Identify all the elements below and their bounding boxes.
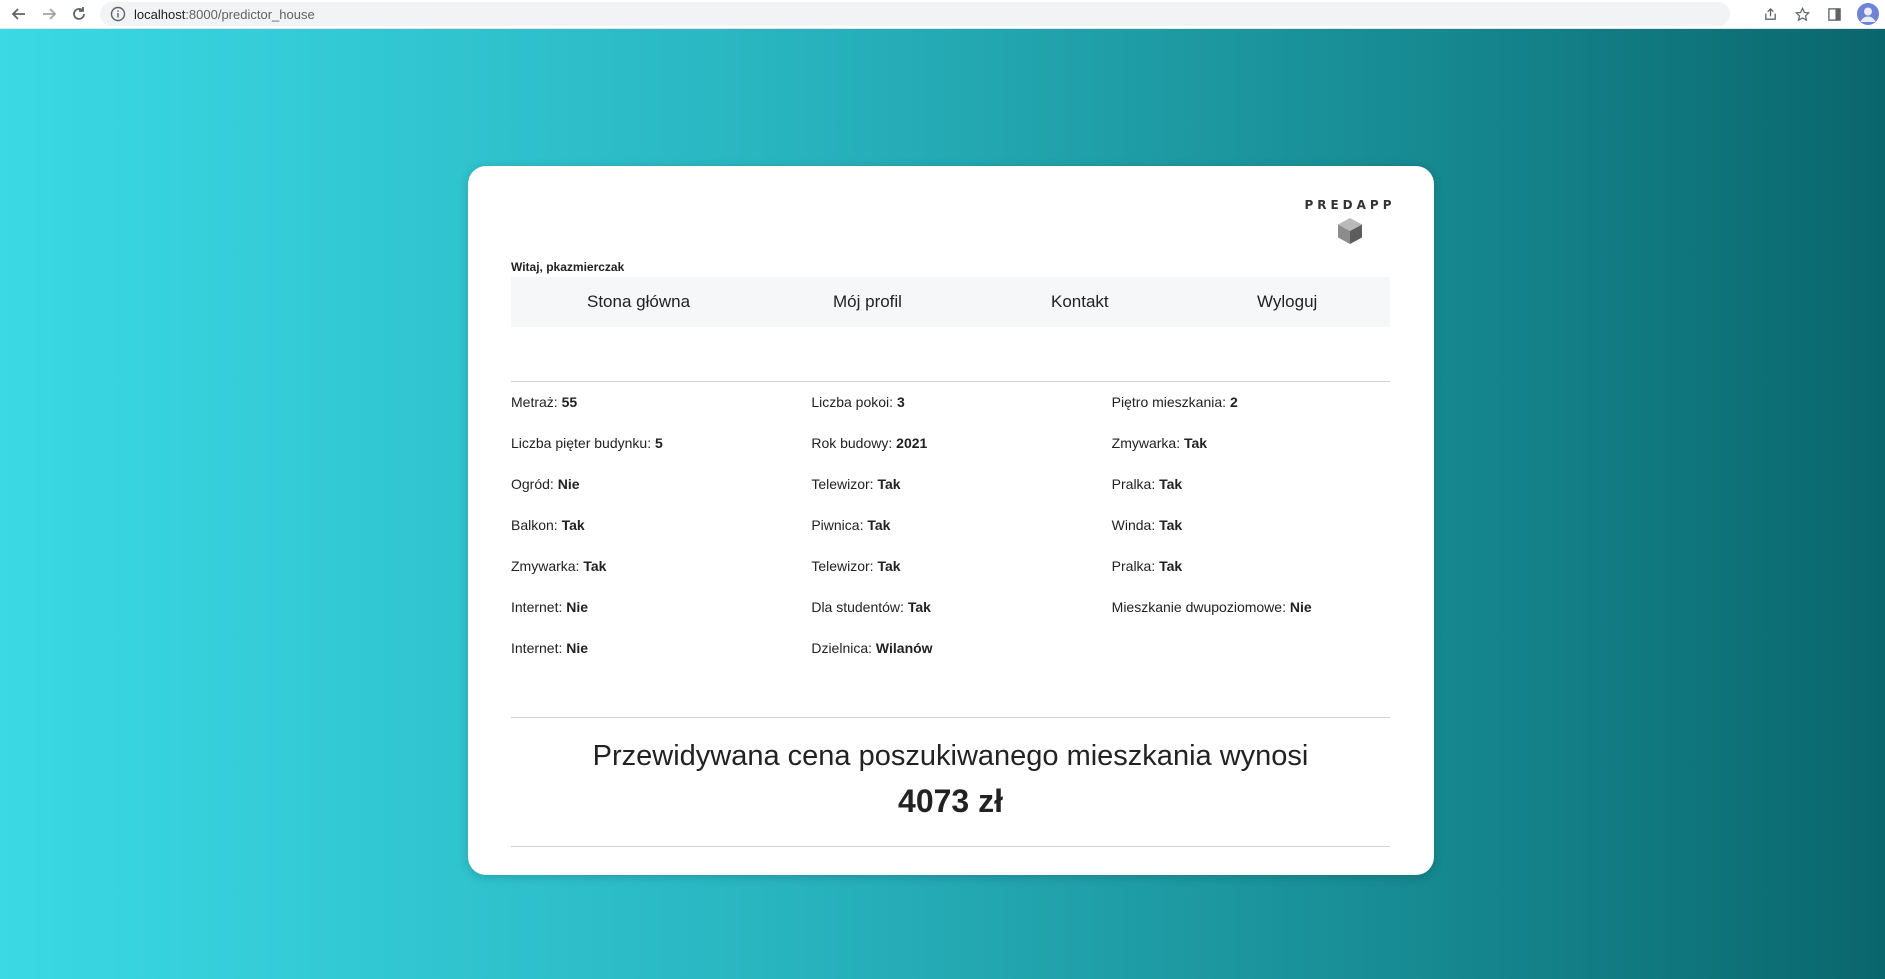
back-arrow-icon[interactable]	[8, 3, 30, 25]
greeting-text: Witaj, pkazmierczak	[511, 260, 625, 274]
feature-value: 5	[654, 435, 663, 451]
cube-logo-icon	[1338, 218, 1362, 244]
feature-cell: Piętro mieszkania: 2	[1112, 394, 1411, 435]
feature-label: Mieszkanie dwupoziomowe:	[1111, 599, 1286, 615]
divider-middle	[511, 717, 1390, 718]
main-navbar: Stona główna Mój profil Kontakt Wyloguj	[511, 277, 1390, 327]
reload-icon[interactable]	[68, 3, 90, 25]
feature-cell: Liczba pięter budynku: 5	[511, 435, 811, 476]
feature-cell: Metraż: 55	[511, 394, 811, 435]
feature-label: Metraż:	[511, 394, 558, 410]
feature-cell: Pralka: Tak	[1112, 476, 1411, 517]
logo-text: PREDAPP	[1304, 198, 1396, 212]
address-bar[interactable]: localhost:8000/predictor_house	[100, 2, 1730, 26]
feature-cell: Telewizor: Tak	[811, 476, 1111, 517]
feature-label: Internet:	[511, 640, 563, 656]
feature-value: 55	[561, 394, 578, 410]
feature-value: Tak	[877, 476, 901, 492]
feature-label: Telewizor:	[811, 476, 874, 492]
nav-home-link[interactable]: Stona główna	[587, 292, 690, 312]
main-card: PREDAPP Witaj, pkazmierczak Stona główna…	[468, 166, 1434, 875]
divider-top	[511, 381, 1390, 382]
feature-value: Tak	[1159, 476, 1183, 492]
profile-avatar-icon[interactable]	[1857, 3, 1879, 25]
feature-label: Telewizor:	[811, 558, 874, 574]
feature-cell: Dla studentów: Tak	[811, 599, 1111, 640]
feature-grid: Metraż: 55 Liczba pokoi: 3 Piętro mieszkan…	[511, 394, 1411, 681]
feature-row: Internet: Nie Dzielnica: Wilanów	[511, 640, 1411, 681]
forward-arrow-icon[interactable]	[38, 3, 60, 25]
bookmark-star-icon[interactable]	[1793, 5, 1811, 23]
feature-value: Nie	[566, 640, 589, 656]
feature-value: Tak	[907, 599, 931, 615]
nav-logout-link[interactable]: Wyloguj	[1257, 292, 1317, 312]
side-panel-icon[interactable]	[1825, 5, 1843, 23]
feature-row: Ogród: Nie Telewizor: Tak Pralka: Tak	[511, 476, 1411, 517]
feature-cell: Internet: Nie	[511, 599, 811, 640]
feature-cell: Zmywarka: Tak	[511, 558, 811, 599]
feature-row: Internet: Nie Dla studentów: Tak Mieszkani…	[511, 599, 1411, 640]
feature-value: 2	[1229, 394, 1238, 410]
feature-label: Dla studentów:	[811, 599, 904, 615]
feature-label: Ogród:	[511, 476, 554, 492]
nav-profile-link[interactable]: Mój profil	[833, 292, 902, 312]
feature-value: Tak	[1159, 517, 1183, 533]
divider-bottom	[511, 846, 1390, 847]
feature-value: Wilanów	[875, 640, 933, 656]
feature-row: Metraż: 55 Liczba pokoi: 3 Piętro mieszkan…	[511, 394, 1411, 435]
feature-cell: Winda: Tak	[1112, 517, 1411, 558]
feature-cell: Dzielnica: Wilanów	[811, 640, 1111, 681]
page-background: PREDAPP Witaj, pkazmierczak Stona główna…	[0, 29, 1885, 979]
feature-value: Nie	[566, 599, 589, 615]
feature-label: Pralka:	[1111, 476, 1156, 492]
feature-label: Zmywarka:	[511, 558, 580, 574]
feature-label: Zmywarka:	[1111, 435, 1181, 451]
prediction-value: 4073 zł	[898, 783, 1003, 819]
feature-row: Balkon: Tak Piwnica: Tak Winda: Tak	[511, 517, 1411, 558]
feature-label: Internet:	[511, 599, 563, 615]
feature-value: Tak	[583, 558, 607, 574]
feature-label: Piwnica:	[811, 517, 864, 533]
prediction-title: Przewidywana cena poszukiwanego mieszkan…	[592, 740, 1309, 772]
feature-cell: Balkon: Tak	[511, 517, 811, 558]
browser-toolbar: localhost:8000/predictor_house	[0, 0, 1885, 29]
feature-label: Balkon:	[511, 517, 558, 533]
url-path: :8000/predictor_house	[185, 6, 315, 22]
feature-value: Tak	[561, 517, 585, 533]
nav-contact-link[interactable]: Kontakt	[1051, 292, 1109, 312]
feature-value: Tak	[1184, 435, 1208, 451]
feature-label: Piętro mieszkania:	[1111, 394, 1227, 410]
predapp-logo[interactable]: PREDAPP	[1302, 198, 1398, 251]
feature-label: Liczba pokoi:	[811, 394, 894, 410]
feature-row: Zmywarka: Tak Telewizor: Tak Pralka: Tak	[511, 558, 1411, 599]
feature-cell: Mieszkanie dwupoziomowe: Nie	[1112, 599, 1411, 640]
feature-cell: Pralka: Tak	[1112, 558, 1411, 599]
feature-value: Tak	[1159, 558, 1183, 574]
feature-value: 3	[896, 394, 905, 410]
feature-value: Nie	[1289, 599, 1312, 615]
feature-cell: Zmywarka: Tak	[1112, 435, 1411, 476]
feature-value: 2021	[896, 435, 928, 451]
feature-cell: Telewizor: Tak	[811, 558, 1111, 599]
feature-label: Winda:	[1111, 517, 1156, 533]
feature-cell	[1112, 640, 1411, 681]
feature-cell: Ogród: Nie	[511, 476, 811, 517]
url-host: localhost	[134, 6, 186, 22]
feature-label: Dzielnica:	[811, 640, 873, 656]
feature-cell: Rok budowy: 2021	[811, 435, 1111, 476]
feature-label: Rok budowy:	[811, 435, 893, 451]
feature-value: Tak	[867, 517, 891, 533]
feature-label: Liczba pięter budynku:	[511, 435, 652, 451]
feature-row: Liczba pięter budynku: 5 Rok budowy: 2021…	[511, 435, 1411, 476]
feature-cell: Liczba pokoi: 3	[811, 394, 1111, 435]
feature-cell: Piwnica: Tak	[811, 517, 1111, 558]
feature-label: Pralka:	[1111, 558, 1156, 574]
share-icon[interactable]	[1761, 5, 1779, 23]
feature-cell: Internet: Nie	[511, 640, 811, 681]
feature-value: Nie	[557, 476, 580, 492]
feature-value: Tak	[877, 558, 901, 574]
site-info-icon[interactable]	[110, 6, 126, 22]
